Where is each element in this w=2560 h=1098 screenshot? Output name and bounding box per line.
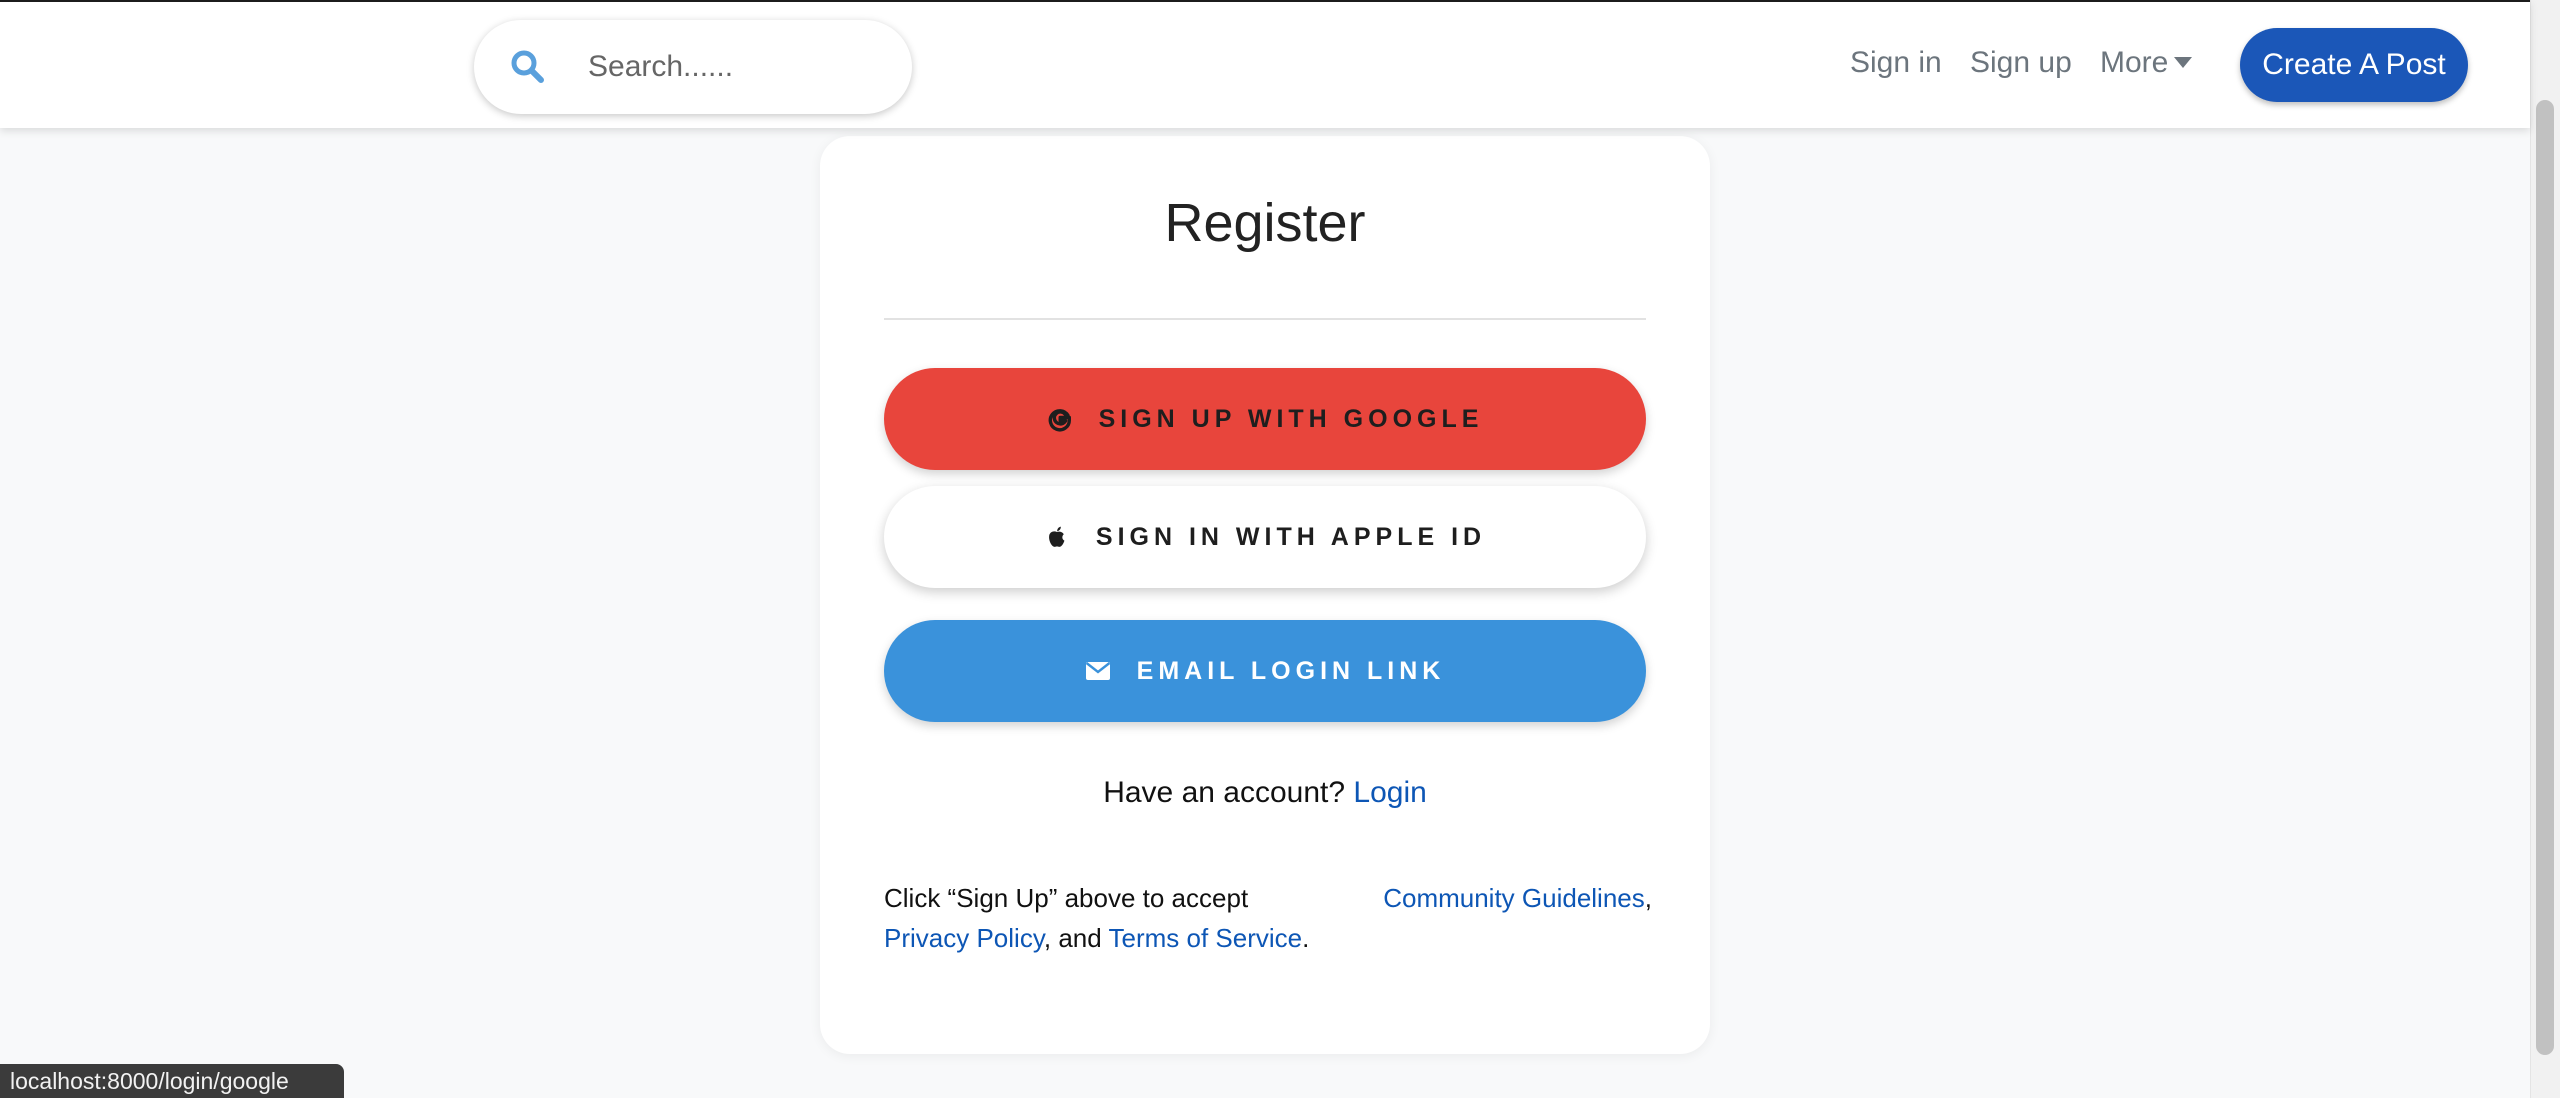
browser-status-url: localhost:8000/login/google xyxy=(0,1064,344,1098)
terms-comma: , xyxy=(1644,883,1652,913)
envelope-icon xyxy=(1085,658,1111,684)
search-input[interactable] xyxy=(586,42,886,92)
register-title: Register xyxy=(1164,193,1366,253)
sign-in-with-apple-button[interactable]: SIGN IN WITH APPLE ID xyxy=(884,486,1646,588)
create-post-button[interactable]: Create A Post xyxy=(2240,28,2468,102)
divider xyxy=(884,318,1646,320)
sign-up-with-google-button[interactable]: SIGN UP WITH GOOGLE xyxy=(884,368,1646,470)
search-icon[interactable] xyxy=(510,49,546,85)
top-navbar: Sign in Sign up More Create A Post xyxy=(0,0,2530,128)
search-box[interactable] xyxy=(474,20,912,114)
terms-prefix-text: Click “Sign Up” above to accept xyxy=(884,883,1249,913)
caret-down-icon xyxy=(2174,56,2193,68)
terms-notice: Click “Sign Up” above to accept Communit… xyxy=(884,878,1654,958)
terms-and-text: , and xyxy=(1043,923,1109,953)
login-link[interactable]: Login xyxy=(1353,776,1426,809)
email-login-link-button[interactable]: EMAIL LOGIN LINK xyxy=(884,620,1646,722)
scrollbar-thumb[interactable] xyxy=(2536,100,2554,1055)
terms-of-service-link[interactable]: Terms of Service xyxy=(1108,923,1302,953)
privacy-policy-link[interactable]: Privacy Policy xyxy=(884,923,1044,953)
have-account-row: Have an account? Login xyxy=(820,776,1710,810)
register-card: Register SIGN UP WITH GOOGLE SIGN IN WIT… xyxy=(820,136,1710,1054)
nav-sign-in-link[interactable]: Sign in xyxy=(1850,46,1942,80)
email-button-label: EMAIL LOGIN LINK xyxy=(1136,656,1446,685)
apple-button-label: SIGN IN WITH APPLE ID xyxy=(1095,522,1487,551)
terms-period: . xyxy=(1302,923,1310,953)
google-icon xyxy=(1047,406,1073,432)
nav-more-label: More xyxy=(2100,46,2169,79)
nav-more-dropdown[interactable]: More xyxy=(2100,46,2193,80)
google-button-label: SIGN UP WITH GOOGLE xyxy=(1098,404,1484,433)
have-account-text: Have an account? xyxy=(1103,776,1346,809)
nav-sign-up-link[interactable]: Sign up xyxy=(1970,46,2072,80)
apple-icon xyxy=(1044,524,1070,550)
community-guidelines-link[interactable]: Community Guidelines xyxy=(1383,883,1645,913)
